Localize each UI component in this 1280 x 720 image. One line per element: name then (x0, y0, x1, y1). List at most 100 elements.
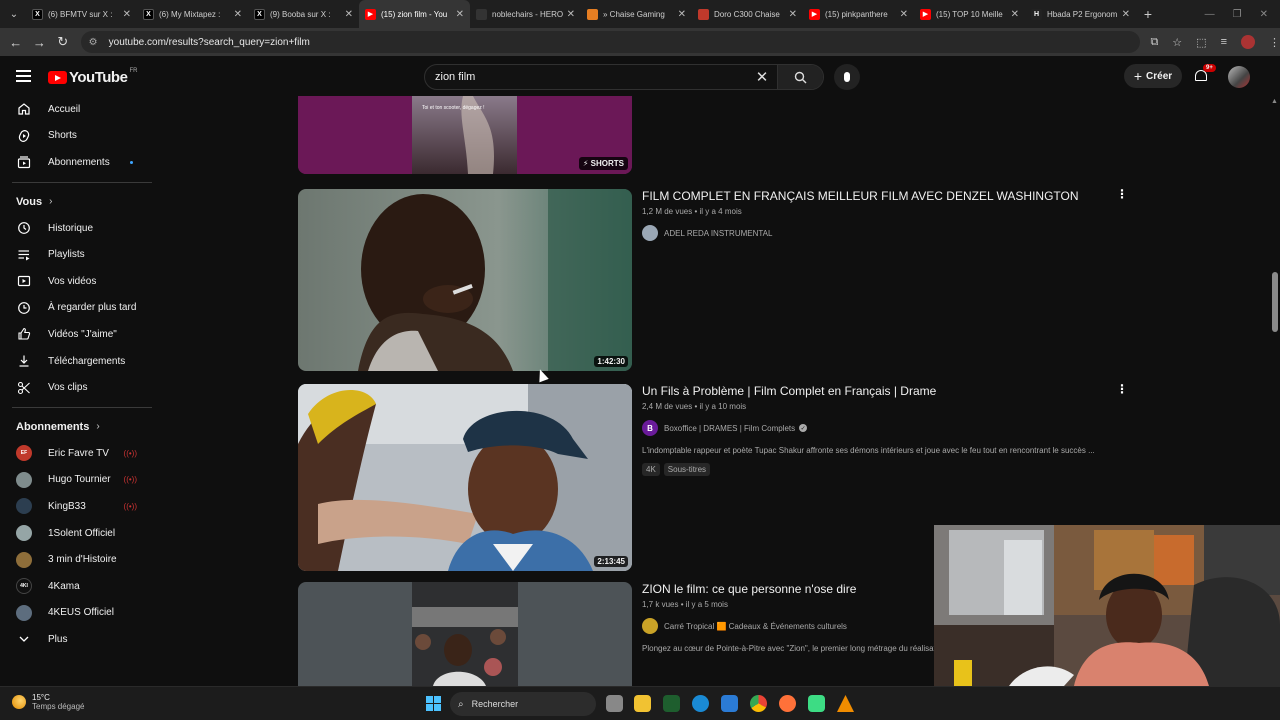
tab-search-icon[interactable]: ⌄ (2, 2, 26, 26)
close-window-icon[interactable]: ✕ (1260, 9, 1268, 20)
close-tab-icon[interactable]: ✕ (234, 9, 242, 20)
reload-icon[interactable]: ↻ (51, 34, 75, 50)
voice-search-button[interactable] (834, 64, 860, 90)
install-app-icon[interactable]: ⧉ (1150, 36, 1158, 49)
sidebar-subscription[interactable]: EF Eric Favre TV ((•)) (0, 440, 153, 467)
browser-tab[interactable]: ▶ (15) TOP 10 Meille ✕ (914, 0, 1025, 28)
sidebar-show-more[interactable]: Plus (0, 626, 153, 653)
minimize-icon[interactable]: — (1205, 9, 1215, 20)
store-icon[interactable] (721, 695, 738, 712)
more-actions-icon[interactable]: ⋮ (1116, 187, 1128, 201)
hbada-icon: H (1031, 8, 1042, 20)
sidebar-subscription[interactable]: Hugo Tournier ((•)) (0, 467, 153, 494)
sidebar-item-history[interactable]: Historique (0, 215, 153, 242)
url-field[interactable]: ⚙ youtube.com/results?search_query=zion+… (80, 31, 1141, 53)
browser-menu-icon[interactable]: ⋮ (1269, 36, 1280, 49)
new-tab-icon[interactable]: + (1136, 6, 1160, 22)
nvidia-icon[interactable] (663, 695, 680, 712)
x-icon: X (254, 8, 265, 20)
channel-link[interactable]: ADEL REDA INSTRUMENTAL (642, 225, 1112, 241)
close-tab-icon[interactable]: ✕ (345, 9, 353, 20)
close-tab-icon[interactable]: ✕ (123, 9, 131, 20)
more-actions-icon[interactable]: ⋮ (1116, 382, 1128, 396)
profile-icon[interactable] (1241, 35, 1255, 49)
sidebar-you-heading[interactable]: Vous › (0, 189, 153, 215)
back-icon[interactable]: ← (4, 35, 28, 50)
close-tab-icon[interactable]: ✕ (678, 9, 686, 20)
address-bar-row: ← → ↻ ⚙ youtube.com/results?search_query… (0, 28, 1280, 56)
task-view-icon[interactable] (606, 695, 623, 712)
close-tab-icon[interactable]: ✕ (789, 9, 797, 20)
firefox-icon[interactable] (779, 695, 796, 712)
microphone-icon (844, 72, 850, 82)
create-button[interactable]: + Créer (1124, 64, 1182, 88)
close-tab-icon[interactable]: ✕ (900, 9, 908, 20)
browser-tab[interactable]: X (9) Booba sur X : ✕ (248, 0, 359, 28)
extensions-icon[interactable]: ⬚ (1196, 36, 1206, 49)
chevron-right-icon: › (49, 196, 53, 208)
forward-icon[interactable]: → (28, 35, 52, 50)
browser-tab[interactable]: » Chaise Gaming ✕ (581, 0, 692, 28)
sidebar-subscription[interactable]: 1Solent Officiel (0, 520, 153, 547)
chrome-icon[interactable] (750, 695, 767, 712)
video-thumbnail-image (298, 582, 632, 686)
search-input[interactable]: zion film (425, 71, 747, 83)
site-info-icon[interactable]: ⚙ (89, 37, 103, 48)
browser-tab[interactable]: noblechairs - HERO ✕ (470, 0, 581, 28)
sidebar-subscription[interactable]: 4KI 4Kama (0, 573, 153, 600)
video-thumbnail[interactable]: 2:13:45 (298, 384, 632, 571)
account-avatar[interactable] (1228, 66, 1250, 88)
taskbar-search[interactable]: ⌕ Rechercher (450, 692, 596, 716)
sidebar-item-playlists[interactable]: Playlists (0, 241, 153, 268)
shorts-thumbnail[interactable]: Toi et ton scooter, dégagez ! ⚡ SHORTS (298, 96, 632, 174)
bookmark-star-icon[interactable]: ☆ (1172, 36, 1182, 49)
clear-search-icon[interactable]: ✕ (747, 68, 777, 86)
sidebar-item-liked-videos[interactable]: Vidéos "J'aime" (0, 321, 153, 348)
menu-icon[interactable] (16, 70, 31, 85)
windows-start-icon[interactable] (426, 696, 441, 711)
close-tab-icon[interactable]: ✕ (567, 9, 575, 20)
sidebar-subscription[interactable]: 3 min d'Histoire (0, 546, 153, 573)
sidebar-subscription[interactable]: KingB33 ((•)) (0, 493, 153, 520)
sidebar-subscriptions-heading[interactable]: Abonnements › (0, 414, 153, 440)
scrollbar-thumb[interactable] (1272, 272, 1278, 332)
search-button[interactable] (777, 65, 823, 89)
video-title[interactable]: Un Fils à Problème | Film Complet en Fra… (642, 384, 1112, 399)
subscriptions-icon (16, 154, 32, 170)
youtube-logo[interactable]: YouTube FR (48, 68, 137, 86)
media-control-icon[interactable]: ≡ (1221, 36, 1227, 48)
close-tab-icon[interactable]: ✕ (456, 9, 464, 20)
browser-tab[interactable]: ▶ (15) pinkpanthere ✕ (803, 0, 914, 28)
sidebar-item-your-videos[interactable]: Vos vidéos (0, 268, 153, 295)
sidebar-item-watch-later[interactable]: À regarder plus tard (0, 295, 153, 322)
window-controls: — ❐ ✕ (1205, 0, 1280, 28)
sidebar-subscription[interactable]: 4KEUS Officiel (0, 600, 153, 627)
scroll-up-icon[interactable]: ▲ (1271, 98, 1278, 105)
discord-icon[interactable] (808, 695, 825, 712)
browser-tab[interactable]: H Hbada P2 Ergonom ✕ (1025, 0, 1136, 28)
sidebar-item-home[interactable]: Accueil (0, 96, 153, 123)
channel-link[interactable]: B Boxoffice | DRAMES | Film Complets ✓ (642, 420, 1112, 436)
browser-tab[interactable]: X (6) BFMTV sur X : ✕ (26, 0, 137, 28)
x-icon: X (143, 8, 154, 20)
browser-tab-active[interactable]: ▶ (15) zion film - You ✕ (359, 0, 470, 28)
shorts-icon (16, 128, 32, 144)
sidebar-item-downloads[interactable]: Téléchargements (0, 348, 153, 375)
maximize-icon[interactable]: ❐ (1233, 9, 1242, 20)
edge-icon[interactable] (692, 695, 709, 712)
youtube-play-icon (48, 71, 67, 84)
close-tab-icon[interactable]: ✕ (1011, 9, 1019, 20)
vlc-icon[interactable] (837, 695, 854, 712)
sidebar-item-shorts[interactable]: Shorts (0, 123, 153, 150)
video-thumbnail[interactable]: 1:42:30 (298, 189, 632, 371)
browser-tab[interactable]: X (6) My Mixtapez : ✕ (137, 0, 248, 28)
close-tab-icon[interactable]: ✕ (1122, 9, 1130, 20)
sidebar-item-clips[interactable]: Vos clips (0, 374, 153, 401)
weather-widget[interactable]: 15°C Temps dégagé (12, 693, 84, 711)
watch-later-icon (16, 300, 32, 316)
browser-tab[interactable]: Doro C300 Chaise ✕ (692, 0, 803, 28)
video-title[interactable]: FILM COMPLET EN FRANÇAIS MEILLEUR FILM A… (642, 189, 1112, 204)
sidebar-item-subscriptions[interactable]: Abonnements (0, 149, 153, 176)
video-thumbnail[interactable] (298, 582, 632, 686)
file-explorer-icon[interactable] (634, 695, 651, 712)
